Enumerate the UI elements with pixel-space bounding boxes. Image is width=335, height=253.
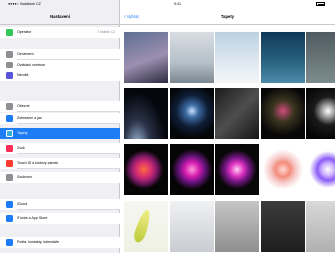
wallpaper-tile[interactable] [124, 144, 168, 195]
gear-icon [6, 103, 13, 110]
sidebar-item-label: Nerušit [17, 73, 29, 78]
wallpaper-panel: ‹Vybrat Tapety [120, 0, 335, 253]
sidebar-item-label: Soukromí [17, 175, 33, 180]
sidebar-item-label: Zobrazení a jas [17, 116, 42, 121]
wallpaper-tile[interactable] [124, 32, 168, 83]
wallpaper-tile[interactable] [306, 144, 335, 195]
sidebar-item-itunes-app-store[interactable]: iTunes a App Store [0, 213, 120, 224]
sidebar-item-general[interactable]: Obecné [0, 101, 120, 112]
sidebar-item-label: Touch ID a kódový zámek [17, 161, 59, 166]
moon-icon [6, 72, 13, 79]
battery-icon [316, 2, 325, 6]
sidebar-item-privacy[interactable]: Soukromí [0, 172, 120, 183]
page-title: Tapety [220, 14, 235, 19]
divider [120, 24, 335, 25]
notifications-icon [6, 51, 13, 58]
sidebar-item-control-center[interactable]: Ovládací centrum [0, 59, 120, 70]
display-icon [6, 115, 13, 122]
sidebar-item-sound[interactable]: Zvuk [0, 143, 120, 154]
wallpaper-tile[interactable] [306, 201, 335, 252]
wallpaper-grid [124, 32, 335, 253]
wallpaper-tile[interactable] [260, 201, 305, 252]
sidebar-item-operator[interactable]: Operátor T-Mobile CZ [0, 27, 120, 38]
hand-icon [6, 174, 13, 181]
sidebar-item-label: iCloud [17, 202, 28, 207]
leaf-image [132, 208, 153, 244]
sidebar-item-do-not-disturb[interactable]: Nerušit [0, 70, 120, 81]
sidebar-item-wallpapers[interactable]: Tapety [0, 128, 120, 139]
sidebar-item-value: T-Mobile CZ [97, 30, 115, 35]
sidebar-item-mail-contacts-calendars[interactable]: Pošta, kontakty, kalendáře [0, 237, 120, 248]
sidebar-item-touch-id[interactable]: Touch ID a kódový zámek [0, 158, 120, 169]
sidebar-item-label: Zvuk [17, 146, 25, 151]
divider [0, 24, 120, 25]
wallpaper-tile[interactable] [306, 32, 335, 83]
wallpaper-tile[interactable] [169, 32, 214, 83]
sidebar-item-label: Operátor [17, 30, 32, 35]
wallpaper-tile[interactable] [306, 88, 335, 139]
sidebar-item-label: Ovládací centrum [17, 62, 46, 67]
wallpaper-tile[interactable] [215, 201, 259, 252]
wallpaper-tile[interactable] [260, 32, 305, 83]
wallpaper-tile[interactable] [215, 88, 259, 139]
wallpaper-tile[interactable] [124, 201, 168, 252]
wallpaper-tile[interactable] [124, 88, 168, 139]
app-store-icon [6, 215, 13, 222]
control-center-icon [6, 61, 13, 68]
fingerprint-icon [6, 160, 13, 167]
wallpaper-tile[interactable] [215, 144, 259, 195]
sidebar-title: Nastavení [50, 14, 70, 19]
sidebar-item-display[interactable]: Zobrazení a jas [0, 113, 120, 124]
wallpaper-tile[interactable] [169, 201, 214, 252]
wallpaper-tile[interactable] [169, 144, 214, 195]
phone-icon [6, 29, 13, 36]
wallpaper-tile[interactable] [260, 144, 305, 195]
carrier-label: ●●●●○ Vodafone CZ [8, 2, 41, 6]
ipad-settings-screen: Nastavení Operátor T-Mobile CZ Oznámení … [0, 0, 335, 253]
settings-sidebar: Nastavení Operátor T-Mobile CZ Oznámení … [0, 0, 120, 253]
sound-icon [6, 145, 13, 152]
sidebar-item-notifications[interactable]: Oznámení [0, 49, 120, 60]
sidebar-item-label: Oznámení [17, 52, 34, 57]
sidebar-item-label: Tapety [17, 131, 28, 136]
mail-icon [6, 239, 13, 246]
sidebar-item-label: Obecné [17, 104, 30, 109]
wallpaper-tile[interactable] [215, 32, 259, 83]
status-bar: ●●●●○ Vodafone CZ 9:41 [0, 0, 335, 8]
sidebar-item-label: Pošta, kontakty, kalendáře [17, 240, 60, 245]
sidebar-item-label: iTunes a App Store [17, 216, 48, 221]
wallpaper-tile[interactable] [169, 88, 214, 139]
sidebar-item-icloud[interactable]: iCloud [0, 199, 120, 210]
clock: 9:41 [174, 2, 181, 6]
wallpaper-tile[interactable] [260, 88, 305, 139]
cloud-icon [6, 201, 13, 208]
wallpaper-icon [6, 130, 13, 137]
